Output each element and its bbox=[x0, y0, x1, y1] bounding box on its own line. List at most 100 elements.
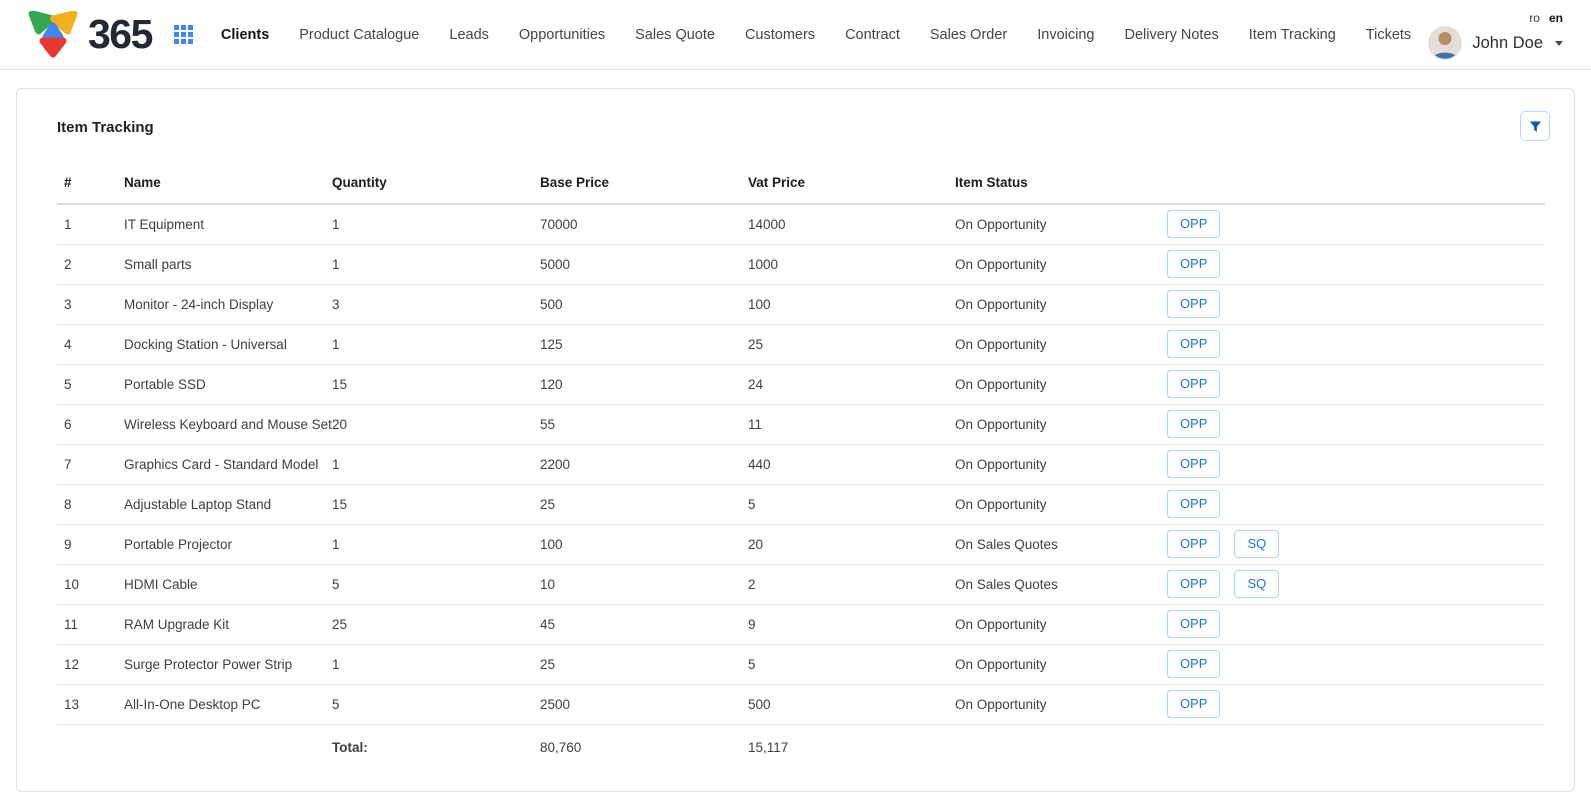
row-number: 5 bbox=[57, 364, 124, 404]
row-number: 3 bbox=[57, 284, 124, 324]
opp-button[interactable]: OPP bbox=[1167, 490, 1220, 518]
item-status: On Opportunity bbox=[955, 404, 1167, 444]
table-row: 11RAM Upgrade Kit25459On OpportunityOPP bbox=[57, 604, 1545, 644]
item-quantity: 15 bbox=[332, 364, 540, 404]
table-row: 10HDMI Cable5102On Sales QuotesOPPSQ bbox=[57, 564, 1545, 604]
item-tracking-card: Item Tracking #NameQuantityBase PriceVat… bbox=[16, 88, 1575, 792]
column-header-name: Name bbox=[124, 167, 332, 204]
nav-item-contract[interactable]: Contract bbox=[845, 27, 900, 43]
opp-button[interactable]: OPP bbox=[1167, 650, 1220, 678]
table-row: 2Small parts150001000On OpportunityOPP bbox=[57, 244, 1545, 284]
item-vat-price: 25 bbox=[748, 324, 955, 364]
total-row: Total: 80,760 15,117 bbox=[57, 724, 1545, 770]
column-header-base-price: Base Price bbox=[540, 167, 748, 204]
row-number: 13 bbox=[57, 684, 124, 724]
item-base-price: 55 bbox=[540, 404, 748, 444]
row-actions: OPP SQ bbox=[1167, 524, 1545, 564]
user-menu[interactable]: John Doe bbox=[1428, 26, 1563, 60]
opp-button[interactable]: OPP bbox=[1167, 210, 1220, 238]
row-actions: OPP bbox=[1167, 484, 1545, 524]
nav-item-clients[interactable]: Clients bbox=[221, 27, 269, 43]
table-row: 7Graphics Card - Standard Model12200440O… bbox=[57, 444, 1545, 484]
row-number: 12 bbox=[57, 644, 124, 684]
row-number: 6 bbox=[57, 404, 124, 444]
opp-button[interactable]: OPP bbox=[1167, 530, 1220, 558]
total-vat-price: 15,117 bbox=[748, 724, 955, 770]
item-name: Adjustable Laptop Stand bbox=[124, 484, 332, 524]
item-base-price: 100 bbox=[540, 524, 748, 564]
item-quantity: 25 bbox=[332, 604, 540, 644]
item-status: On Opportunity bbox=[955, 684, 1167, 724]
item-name: Graphics Card - Standard Model bbox=[124, 444, 332, 484]
language-link-en[interactable]: en bbox=[1549, 11, 1563, 25]
column-header-item-status: Item Status bbox=[955, 167, 1167, 204]
sq-button[interactable]: SQ bbox=[1234, 530, 1279, 558]
nav-item-invoicing[interactable]: Invoicing bbox=[1037, 27, 1094, 43]
item-status: On Opportunity bbox=[955, 484, 1167, 524]
nav-item-customers[interactable]: Customers bbox=[745, 27, 815, 43]
opp-button[interactable]: OPP bbox=[1167, 450, 1220, 478]
item-vat-price: 5 bbox=[748, 644, 955, 684]
row-number: 7 bbox=[57, 444, 124, 484]
item-vat-price: 9 bbox=[748, 604, 955, 644]
nav-item-product-catalogue[interactable]: Product Catalogue bbox=[299, 27, 419, 43]
opp-button[interactable]: OPP bbox=[1167, 690, 1220, 718]
item-base-price: 45 bbox=[540, 604, 748, 644]
row-actions: OPP bbox=[1167, 284, 1545, 324]
sq-button[interactable]: SQ bbox=[1234, 570, 1279, 598]
opp-button[interactable]: OPP bbox=[1167, 570, 1220, 598]
row-number: 11 bbox=[57, 604, 124, 644]
apps-grid-icon[interactable] bbox=[170, 21, 197, 48]
nav-item-sales-order[interactable]: Sales Order bbox=[930, 27, 1007, 43]
language-switcher: roen bbox=[1529, 11, 1563, 25]
item-vat-price: 440 bbox=[748, 444, 955, 484]
item-quantity: 1 bbox=[332, 324, 540, 364]
row-actions: OPP bbox=[1167, 244, 1545, 284]
filter-button[interactable] bbox=[1520, 111, 1550, 141]
top-header: 365 Clients Product Catalogue Leads Opportu… bbox=[0, 0, 1591, 70]
row-actions: OPP bbox=[1167, 204, 1545, 244]
item-vat-price: 5 bbox=[748, 484, 955, 524]
item-status: On Opportunity bbox=[955, 444, 1167, 484]
item-name: IT Equipment bbox=[124, 204, 332, 244]
header-right: roen John Doe bbox=[1428, 9, 1563, 60]
item-status: On Opportunity bbox=[955, 244, 1167, 284]
item-base-price: 500 bbox=[540, 284, 748, 324]
table-row: 13All-In-One Desktop PC52500500On Opport… bbox=[57, 684, 1545, 724]
table-row: 6Wireless Keyboard and Mouse Set205511On… bbox=[57, 404, 1545, 444]
table-row: 4Docking Station - Universal112525On Opp… bbox=[57, 324, 1545, 364]
nav-item-opportunities[interactable]: Opportunities bbox=[519, 27, 605, 43]
opp-button[interactable]: OPP bbox=[1167, 610, 1220, 638]
opp-button[interactable]: OPP bbox=[1167, 410, 1220, 438]
item-vat-price: 2 bbox=[748, 564, 955, 604]
table-row: 12Surge Protector Power Strip1255On Oppo… bbox=[57, 644, 1545, 684]
brand-logo: 365 bbox=[25, 11, 152, 59]
item-status: On Sales Quotes bbox=[955, 524, 1167, 564]
row-number: 4 bbox=[57, 324, 124, 364]
avatar bbox=[1428, 26, 1462, 60]
table-row: 3Monitor - 24-inch Display3500100On Oppo… bbox=[57, 284, 1545, 324]
opp-button[interactable]: OPP bbox=[1167, 290, 1220, 318]
item-quantity: 1 bbox=[332, 244, 540, 284]
funnel-icon bbox=[1528, 119, 1543, 134]
item-name: Portable SSD bbox=[124, 364, 332, 404]
opp-button[interactable]: OPP bbox=[1167, 370, 1220, 398]
table-row: 8Adjustable Laptop Stand15255On Opportun… bbox=[57, 484, 1545, 524]
language-link-ro[interactable]: ro bbox=[1529, 11, 1540, 25]
item-name: Small parts bbox=[124, 244, 332, 284]
opp-button[interactable]: OPP bbox=[1167, 330, 1220, 358]
nav-item-leads[interactable]: Leads bbox=[449, 27, 489, 43]
row-number: 9 bbox=[57, 524, 124, 564]
nav-item-delivery-notes[interactable]: Delivery Notes bbox=[1124, 27, 1218, 43]
row-actions: OPP bbox=[1167, 604, 1545, 644]
nav-item-sales-quote[interactable]: Sales Quote bbox=[635, 27, 715, 43]
item-base-price: 120 bbox=[540, 364, 748, 404]
item-vat-price: 1000 bbox=[748, 244, 955, 284]
opp-button[interactable]: OPP bbox=[1167, 250, 1220, 278]
row-actions: OPP bbox=[1167, 684, 1545, 724]
item-quantity: 1 bbox=[332, 644, 540, 684]
nav-item-tickets[interactable]: Tickets bbox=[1366, 27, 1411, 43]
total-label: Total: bbox=[332, 724, 540, 770]
nav-item-item-tracking[interactable]: Item Tracking bbox=[1249, 27, 1336, 43]
total-base-price: 80,760 bbox=[540, 724, 748, 770]
